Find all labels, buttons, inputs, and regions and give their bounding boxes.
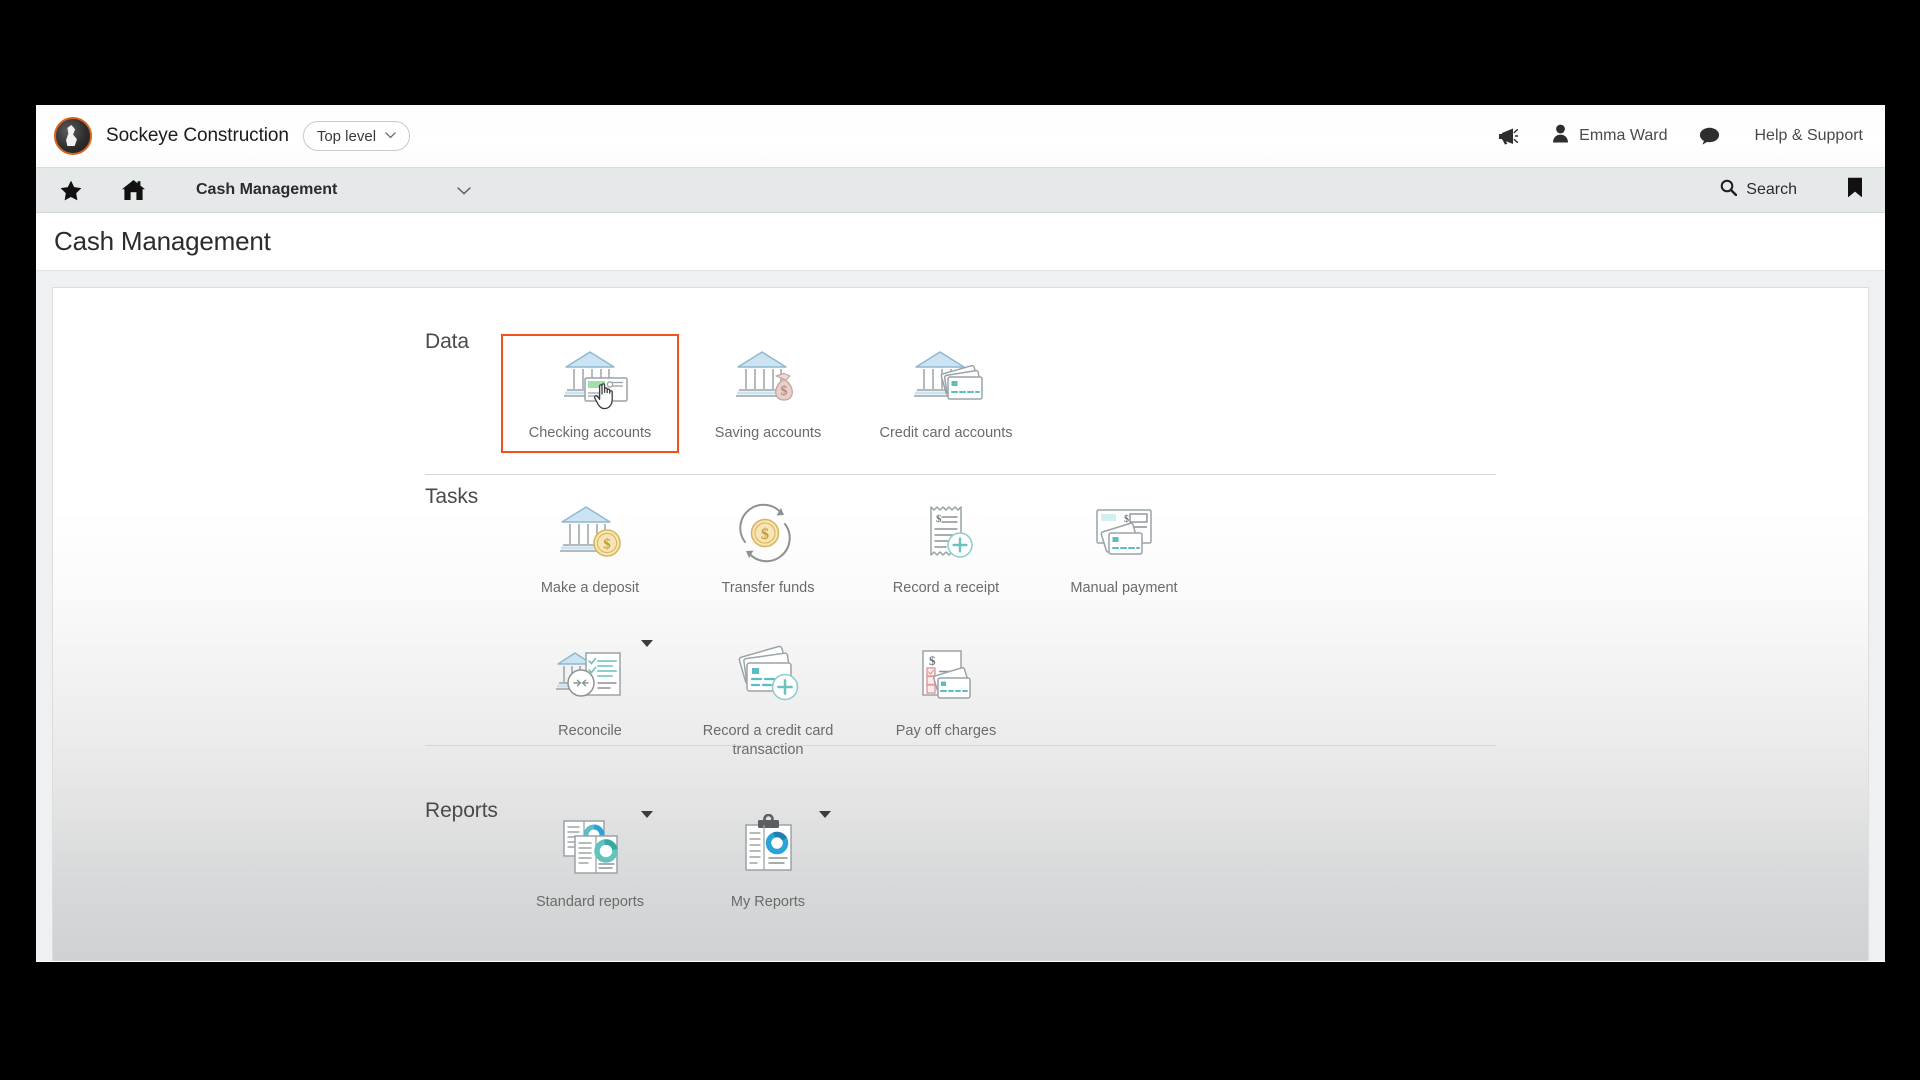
tile-make-a-deposit[interactable]: $ Make a deposit	[501, 489, 679, 608]
tile-label: Manual payment	[1070, 580, 1178, 597]
chat-bubble-icon[interactable]	[1699, 127, 1720, 145]
tile-label: Standard reports	[535, 893, 644, 910]
section-label-tasks: Tasks	[425, 485, 479, 509]
chevron-down-icon	[385, 131, 396, 142]
cards-plus-icon	[725, 640, 811, 712]
application-window: Sockeye Construction Top level Emma Ward…	[36, 105, 1885, 962]
search-icon	[1720, 179, 1738, 201]
section-tasks: Tasks $ Make a deposit $ Transfer funds …	[53, 453, 1868, 770]
section-reports: Reports Standard reports My Reports	[53, 771, 1868, 922]
check-card-icon: $	[1081, 497, 1167, 569]
transfer-coin-icon: $	[725, 497, 811, 569]
tile-label: Saving accounts	[714, 425, 822, 441]
brand-header-actions: Emma Ward Help & Support	[1496, 124, 1885, 148]
content-pane: Data Checking accounts $ Saving accounts…	[36, 271, 1885, 961]
tile-label: Record a receipt	[892, 580, 1000, 597]
page-title-bar: Cash Management	[36, 213, 1885, 271]
search-button[interactable]: Search	[1720, 179, 1797, 201]
tile-credit-card-accounts[interactable]: Credit card accounts	[857, 334, 1035, 453]
tile-label: Reconcile	[558, 723, 622, 740]
svg-text:$: $	[936, 513, 942, 525]
tile-row: $ Make a deposit $ Transfer funds $ Reco…	[501, 489, 1868, 608]
home-icon[interactable]	[116, 179, 150, 201]
company-name: Sockeye Construction	[106, 125, 289, 146]
user-name: Emma Ward	[1579, 127, 1668, 144]
chevron-down-icon[interactable]	[641, 640, 653, 648]
tile-label: Checking accounts	[528, 425, 652, 441]
section-divider	[425, 745, 1496, 747]
tile-pay-off-charges[interactable]: $ Pay off charges	[857, 632, 1035, 751]
bank-coin-icon: $	[547, 497, 633, 569]
user-menu[interactable]: Emma Ward	[1552, 124, 1667, 148]
tile-record-a-credit-card-transaction[interactable]: Record a credit card transaction	[679, 632, 857, 770]
tile-label: Make a deposit	[540, 580, 640, 597]
bookmark-icon[interactable]	[1847, 177, 1863, 203]
orca-logo-icon[interactable]	[54, 117, 92, 155]
bank-creditcard-icon	[903, 342, 989, 414]
module-menu-card: Data Checking accounts $ Saving accounts…	[52, 287, 1869, 961]
chevron-down-icon[interactable]	[819, 810, 831, 818]
tile-transfer-funds[interactable]: $ Transfer funds	[679, 489, 857, 608]
tile-label: Credit card accounts	[879, 425, 1013, 441]
svg-text:$: $	[603, 537, 611, 553]
top-level-label: Top level	[316, 127, 377, 145]
tile-my-reports[interactable]: My Reports	[679, 803, 857, 922]
tile-row: Checking accounts $ Saving accounts Cred…	[501, 334, 1868, 454]
tile-saving-accounts[interactable]: $ Saving accounts	[679, 334, 857, 453]
help-and-support-link[interactable]: Help & Support	[1754, 127, 1863, 145]
module-navigation-bar: Cash Management Search	[36, 167, 1885, 213]
reconcile-icon	[547, 640, 633, 712]
tile-row: Reconcile Record a credit card transacti…	[501, 632, 1868, 770]
section-label-reports: Reports	[425, 798, 498, 822]
tile-record-a-receipt[interactable]: $ Record a receipt	[857, 489, 1035, 608]
star-icon[interactable]	[54, 180, 88, 201]
clipboard-report-icon	[725, 811, 811, 883]
section-label-data: Data	[425, 330, 469, 353]
top-level-selector[interactable]: Top level	[302, 121, 411, 151]
bank-check-icon	[547, 342, 633, 414]
pointing-hand-cursor	[593, 380, 619, 410]
search-label: Search	[1746, 181, 1797, 198]
tile-label: Transfer funds	[721, 580, 815, 597]
screen: Sockeye Construction Top level Emma Ward…	[0, 0, 1920, 1080]
reports-icon	[547, 811, 633, 883]
brand-header: Sockeye Construction Top level Emma Ward…	[36, 105, 1885, 167]
nav-actions: Search	[1720, 177, 1863, 203]
breadcrumb-module[interactable]: Cash Management	[196, 181, 337, 199]
section-data: Data Checking accounts $ Saving accounts…	[53, 288, 1868, 475]
tile-manual-payment[interactable]: $ Manual payment	[1035, 489, 1213, 608]
page-title: Cash Management	[54, 226, 271, 256]
checklist-card-icon: $	[903, 640, 989, 712]
tile-label: My Reports	[730, 893, 806, 910]
tile-checking-accounts[interactable]: Checking accounts	[501, 334, 679, 454]
megaphone-icon[interactable]	[1496, 126, 1519, 146]
svg-text:$: $	[761, 526, 769, 543]
receipt-plus-icon: $	[903, 497, 989, 569]
chevron-down-icon[interactable]	[457, 184, 472, 197]
svg-text:$: $	[781, 384, 788, 399]
tile-row: Standard reports My Reports	[501, 803, 1868, 922]
tile-standard-reports[interactable]: Standard reports	[501, 803, 679, 922]
chevron-down-icon[interactable]	[641, 810, 653, 818]
tile-label: Record a credit card transaction	[702, 723, 834, 759]
tile-reconcile[interactable]: Reconcile	[501, 632, 679, 751]
tile-label: Pay off charges	[895, 723, 997, 740]
user-icon	[1552, 124, 1569, 148]
bank-moneybag-icon: $	[725, 342, 811, 414]
svg-text:$: $	[929, 653, 936, 668]
